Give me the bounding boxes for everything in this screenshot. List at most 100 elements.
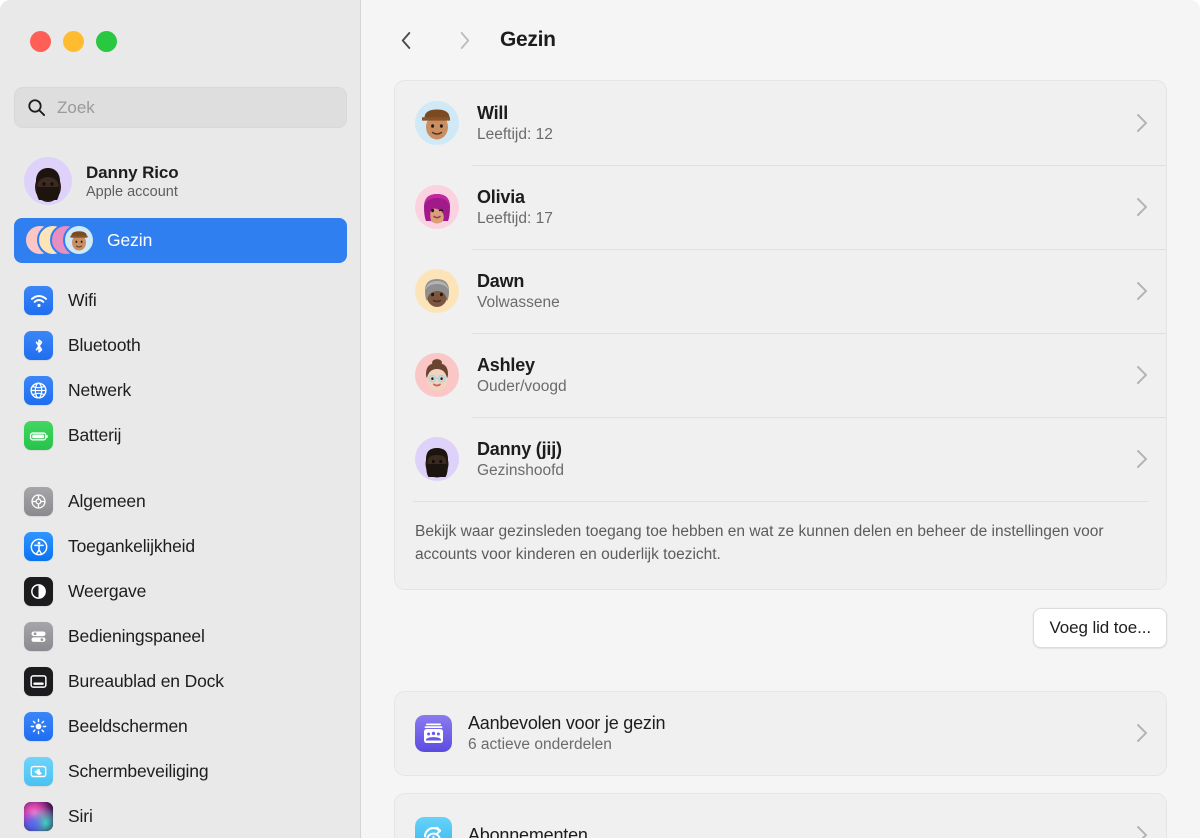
sidebar-item-label: Gezin [107, 230, 153, 250]
siri-icon [24, 802, 53, 831]
sidebar-item-label: Toegankelijkheid [68, 536, 195, 556]
feature-subtitle: 6 actieve onderdelen [468, 735, 612, 753]
recommendations-card[interactable]: Aanbevolen voor je gezin 6 actieve onder… [394, 690, 1167, 776]
sidebar-item-algemeen[interactable]: Algemeen [14, 479, 347, 524]
chevron-right-icon [1137, 114, 1147, 132]
forward-button[interactable] [448, 24, 480, 56]
sidebar-item-siri[interactable]: Siri [14, 794, 347, 838]
member-role: Gezinshoofd [477, 461, 565, 479]
member-role: Leeftijd: 12 [477, 125, 553, 143]
avatar [415, 101, 459, 145]
table-row[interactable]: Danny (jij) Gezinshoofd [395, 417, 1166, 501]
avatar [415, 437, 459, 481]
table-row[interactable]: Dawn Volwassene [395, 249, 1166, 333]
search-icon [28, 99, 46, 117]
olivia-memoji-icon [424, 194, 450, 224]
minimize-button[interactable] [63, 31, 84, 52]
subscriptions-card[interactable]: Abonnementen [394, 792, 1167, 838]
table-row[interactable]: Olivia Leeftijd: 17 [395, 165, 1166, 249]
chevron-right-icon [1137, 724, 1147, 742]
sidebar-item-bureaublad-en-dock[interactable]: Bureaublad en Dock [14, 659, 347, 704]
account-name: Danny Rico [86, 162, 179, 182]
sidebar-item-bluetooth[interactable]: Bluetooth [14, 323, 347, 368]
chevron-right-icon [1137, 366, 1147, 384]
member-name: Dawn [477, 270, 525, 291]
wifi-icon [24, 286, 53, 315]
table-row[interactable]: Will Leeftijd: 12 [395, 81, 1166, 165]
sidebar-item-label: Bedieningspaneel [68, 626, 205, 646]
chevron-left-icon [401, 31, 410, 49]
chevron-right-icon [460, 31, 469, 49]
danny-memoji-icon [425, 448, 449, 478]
main-content: Gezin Will Leeftijd: 12 Olivia Leeftijd:… [361, 0, 1200, 838]
member-name: Olivia [477, 186, 525, 207]
sidebar-item-label: Bluetooth [68, 335, 141, 355]
toolbar: Gezin [361, 0, 1200, 80]
sidebar-item-schermbeveiliging[interactable]: Schermbeveiliging [14, 749, 347, 794]
sidebar-item-bedieningspaneel[interactable]: Bedieningspaneel [14, 614, 347, 659]
sidebar-item-label: Siri [68, 806, 93, 826]
system-settings-window: Danny Rico Apple account [0, 0, 1200, 838]
search-field[interactable] [14, 87, 347, 128]
sidebar-item-label: Algemeen [68, 491, 146, 511]
sidebar-item-weergave[interactable]: Weergave [14, 569, 347, 614]
sidebar-item-label: Bureaublad en Dock [68, 671, 224, 691]
avatar [415, 353, 459, 397]
bluetooth-icon [24, 331, 53, 360]
appearance-icon [24, 577, 53, 606]
sidebar-item-label: Wifi [68, 290, 97, 310]
family-description: Bekijk waar gezinsleden toegang toe hebb… [395, 501, 1166, 589]
member-role: Ouder/voogd [477, 377, 567, 395]
member-name: Danny (jij) [477, 438, 562, 459]
gear-icon [24, 487, 53, 516]
feature-title: Abonnementen [468, 824, 588, 838]
sidebar-item-gezin[interactable]: Gezin [14, 218, 347, 263]
search-input[interactable] [57, 97, 334, 118]
globe-icon [24, 376, 53, 405]
sidebar-item-label: Batterij [68, 425, 122, 445]
ashley-memoji-icon [426, 359, 448, 391]
sidebar-item-label: Weergave [68, 581, 147, 601]
stack-avatar-will [63, 223, 95, 256]
battery-icon [24, 421, 53, 450]
will-memoji-icon [422, 109, 450, 140]
card-spacer [394, 776, 1167, 793]
subscriptions-icon [415, 816, 452, 838]
member-role: Volwassene [477, 293, 560, 311]
sidebar-item-netwerk[interactable]: Netwerk [14, 368, 347, 413]
will-memoji-icon [70, 230, 88, 250]
chevron-right-icon [1137, 198, 1147, 216]
sidebar-item-batterij[interactable]: Batterij [14, 413, 347, 458]
list-item[interactable]: Abonnementen [395, 794, 1166, 838]
sidebar: Danny Rico Apple account [0, 0, 361, 838]
chevron-right-icon [1137, 450, 1147, 468]
sidebar-item-apple-account[interactable]: Danny Rico Apple account [14, 150, 347, 212]
sidebar-item-toegankelijkheid[interactable]: Toegankelijkheid [14, 524, 347, 569]
table-row[interactable]: Ashley Ouder/voogd [395, 333, 1166, 417]
chevron-right-icon [1137, 826, 1147, 838]
member-name: Will [477, 102, 509, 123]
avatar [24, 157, 72, 205]
maximize-button[interactable] [96, 31, 117, 52]
accessibility-icon [24, 532, 53, 561]
family-avatar-stack [24, 223, 96, 258]
back-button[interactable] [390, 24, 422, 56]
member-role: Leeftijd: 17 [477, 209, 553, 227]
traffic-lights [30, 31, 117, 52]
displays-icon [24, 712, 53, 741]
close-button[interactable] [30, 31, 51, 52]
member-name: Ashley [477, 354, 535, 375]
content-area: Will Leeftijd: 12 Olivia Leeftijd: 17 Da… [361, 80, 1200, 838]
family-recommendation-icon [415, 714, 452, 752]
sidebar-nav: Wifi Bluetooth Netwerk Batterij Algemeen… [14, 278, 347, 838]
avatar [415, 269, 459, 313]
sidebar-item-label: Schermbeveiliging [68, 761, 209, 781]
sidebar-item-wifi[interactable]: Wifi [14, 278, 347, 323]
sidebar-item-label: Beeldschermen [68, 716, 188, 736]
add-member-button[interactable]: Voeg lid toe... [1033, 607, 1167, 648]
list-item[interactable]: Aanbevolen voor je gezin 6 actieve onder… [395, 692, 1166, 775]
account-subtitle: Apple account [86, 183, 178, 200]
sidebar-item-beeldschermen[interactable]: Beeldschermen [14, 704, 347, 749]
screensaver-icon [24, 757, 53, 786]
